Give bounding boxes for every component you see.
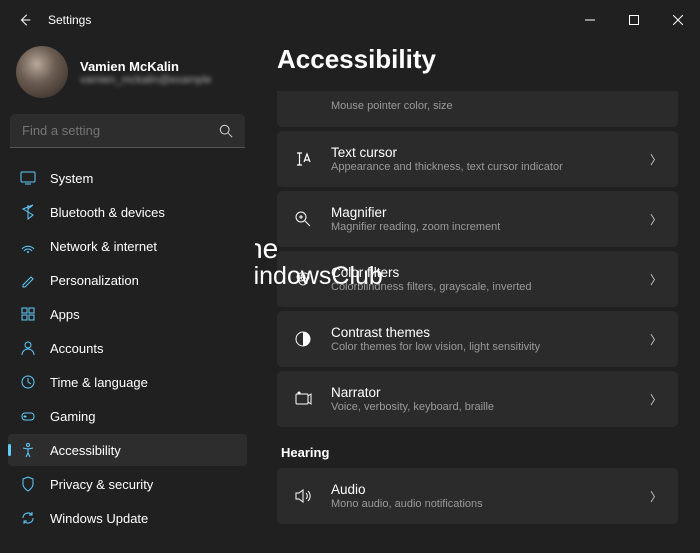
chevron-right-icon: 〉 <box>650 488 662 505</box>
card-narrator[interactable]: Narrator Voice, verbosity, keyboard, bra… <box>277 371 678 427</box>
apps-icon <box>20 306 36 322</box>
sidebar-item-label: Bluetooth & devices <box>50 205 165 220</box>
bluetooth-icon <box>20 204 36 220</box>
back-button[interactable] <box>10 13 40 27</box>
sidebar-item-label: Accessibility <box>50 443 121 458</box>
sidebar-item-personalization[interactable]: Personalization <box>8 264 247 296</box>
sidebar-item-accounts[interactable]: Accounts <box>8 332 247 364</box>
text-cursor-icon <box>293 149 313 169</box>
sidebar-item-accessibility[interactable]: Accessibility <box>8 434 247 466</box>
card-desc: Appearance and thickness, text cursor in… <box>331 161 632 173</box>
sidebar-item-time[interactable]: Time & language <box>8 366 247 398</box>
card-title: Narrator <box>331 385 632 400</box>
accessibility-icon <box>20 442 36 458</box>
titlebar: Settings <box>0 0 700 40</box>
card-contrast-themes[interactable]: Contrast themes Color themes for low vis… <box>277 311 678 367</box>
search-box <box>10 114 245 148</box>
profile-name: Vamien McKalin <box>80 59 212 74</box>
card-magnifier[interactable]: Magnifier Magnifier reading, zoom increm… <box>277 191 678 247</box>
card-desc: Voice, verbosity, keyboard, braille <box>331 401 632 413</box>
contrast-icon <box>293 329 313 349</box>
search-input[interactable] <box>10 114 245 148</box>
sidebar-item-gaming[interactable]: Gaming <box>8 400 247 432</box>
minimize-button[interactable] <box>568 0 612 40</box>
sidebar-item-bluetooth[interactable]: Bluetooth & devices <box>8 196 247 228</box>
personalization-icon <box>20 272 36 288</box>
mouse-pointer-icon <box>293 95 313 115</box>
minimize-icon <box>585 15 595 25</box>
profile-email: vamien_mckalin@example <box>80 74 212 86</box>
sidebar-item-label: Network & internet <box>50 239 157 254</box>
sidebar-item-label: Personalization <box>50 273 139 288</box>
sidebar-item-privacy[interactable]: Privacy & security <box>8 468 247 500</box>
network-icon <box>20 238 36 254</box>
chevron-right-icon: 〉 <box>650 331 662 348</box>
card-desc: Mono audio, audio notifications <box>331 498 632 510</box>
time-icon <box>20 374 36 390</box>
card-desc: Colorblindness filters, grayscale, inver… <box>331 281 632 293</box>
accounts-icon <box>20 340 36 356</box>
close-icon <box>673 15 683 25</box>
avatar <box>16 46 68 98</box>
sidebar-item-label: Gaming <box>50 409 96 424</box>
card-desc: Magnifier reading, zoom increment <box>331 221 632 233</box>
sidebar-item-apps[interactable]: Apps <box>8 298 247 330</box>
update-icon <box>20 510 36 526</box>
sidebar-item-update[interactable]: Windows Update <box>8 502 247 534</box>
main-content: Accessibility Mouse pointer color, size … <box>255 40 700 553</box>
system-icon <box>20 170 36 186</box>
card-audio[interactable]: Audio Mono audio, audio notifications 〉 <box>277 468 678 524</box>
chevron-right-icon: 〉 <box>650 271 662 288</box>
card-title: Audio <box>331 482 632 497</box>
profile-block[interactable]: Vamien McKalin vamien_mckalin@example <box>8 40 247 114</box>
section-hearing: Hearing <box>281 445 674 460</box>
shield-icon <box>20 476 36 492</box>
card-desc: Mouse pointer color, size <box>331 100 644 112</box>
card-title: Contrast themes <box>331 325 632 340</box>
sidebar-item-label: Apps <box>50 307 80 322</box>
audio-icon <box>293 486 313 506</box>
nav-list: System Bluetooth & devices Network & int… <box>8 162 247 553</box>
sidebar-item-network[interactable]: Network & internet <box>8 230 247 262</box>
maximize-icon <box>629 15 639 25</box>
maximize-button[interactable] <box>612 0 656 40</box>
card-title: Text cursor <box>331 145 632 160</box>
card-title: Magnifier <box>331 205 632 220</box>
chevron-right-icon: 〉 <box>650 151 662 168</box>
sidebar-item-label: Accounts <box>50 341 103 356</box>
card-desc: Color themes for low vision, light sensi… <box>331 341 632 353</box>
sidebar-item-label: Windows Update <box>50 511 148 526</box>
magnifier-icon <box>293 209 313 229</box>
gaming-icon <box>20 408 36 424</box>
sidebar-item-system[interactable]: System <box>8 162 247 194</box>
color-filters-icon <box>293 269 313 289</box>
card-text-cursor[interactable]: Text cursor Appearance and thickness, te… <box>277 131 678 187</box>
sidebar-item-label: System <box>50 171 93 186</box>
card-color-filters[interactable]: Color filters Colorblindness filters, gr… <box>277 251 678 307</box>
card-title: Color filters <box>331 265 632 280</box>
close-button[interactable] <box>656 0 700 40</box>
sidebar-item-label: Privacy & security <box>50 477 153 492</box>
card-mouse-pointer[interactable]: Mouse pointer color, size <box>277 91 678 127</box>
narrator-icon <box>293 389 313 409</box>
page-title: Accessibility <box>277 44 678 75</box>
sidebar: Vamien McKalin vamien_mckalin@example Sy… <box>0 40 255 553</box>
search-icon <box>219 124 233 138</box>
chevron-right-icon: 〉 <box>650 211 662 228</box>
chevron-right-icon: 〉 <box>650 391 662 408</box>
app-title: Settings <box>48 13 91 27</box>
sidebar-item-label: Time & language <box>50 375 148 390</box>
back-arrow-icon <box>18 13 32 27</box>
